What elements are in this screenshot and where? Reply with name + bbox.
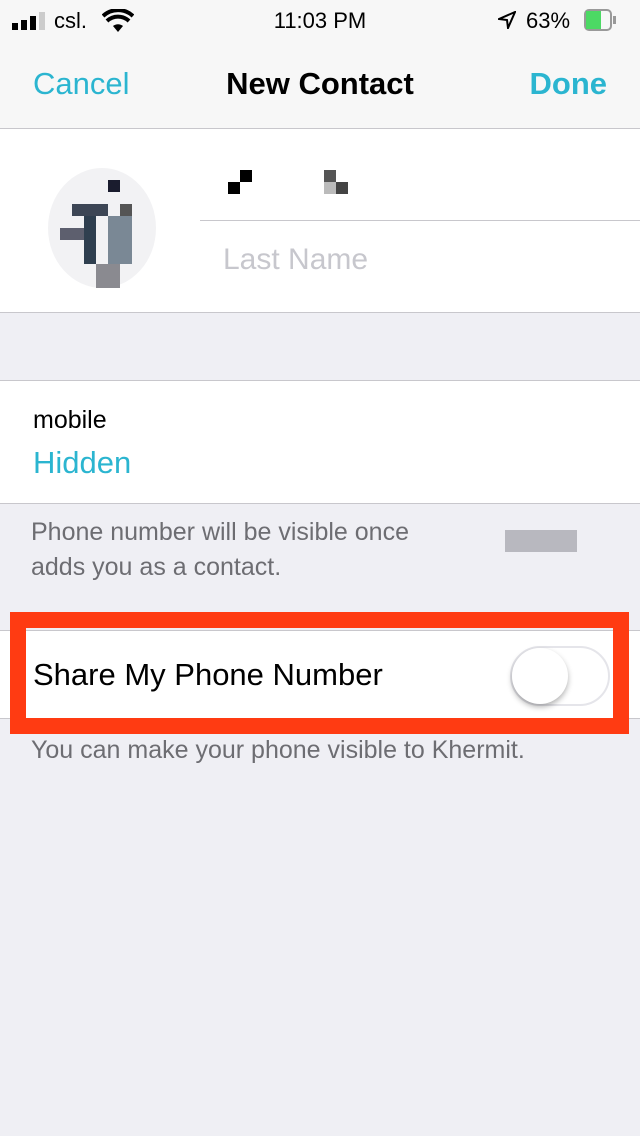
phone-value: Hidden bbox=[33, 445, 132, 480]
phone-note-line1: Phone number will be visible once bbox=[31, 518, 409, 546]
avatar[interactable] bbox=[36, 156, 168, 316]
highlight-box bbox=[10, 612, 629, 734]
redacted-name bbox=[505, 530, 577, 552]
phone-label: mobile bbox=[33, 406, 107, 434]
phone-row[interactable]: mobile Hidden bbox=[0, 380, 640, 504]
contact-header: Last Name bbox=[0, 129, 640, 313]
done-button[interactable]: Done bbox=[530, 66, 608, 102]
status-bar: csl. 11:03 PM 63% bbox=[0, 0, 640, 40]
divider bbox=[200, 220, 640, 221]
location-icon bbox=[498, 11, 516, 29]
battery-percent: 63% bbox=[526, 8, 571, 33]
last-name-input[interactable]: Last Name bbox=[223, 243, 368, 277]
share-note: You can make your phone visible to Kherm… bbox=[31, 736, 525, 764]
phone-note-line2: adds you as a contact. bbox=[31, 553, 282, 581]
nav-bar: Cancel New Contact Done bbox=[0, 40, 640, 129]
battery-icon bbox=[584, 9, 612, 31]
first-name-field[interactable] bbox=[228, 170, 252, 194]
